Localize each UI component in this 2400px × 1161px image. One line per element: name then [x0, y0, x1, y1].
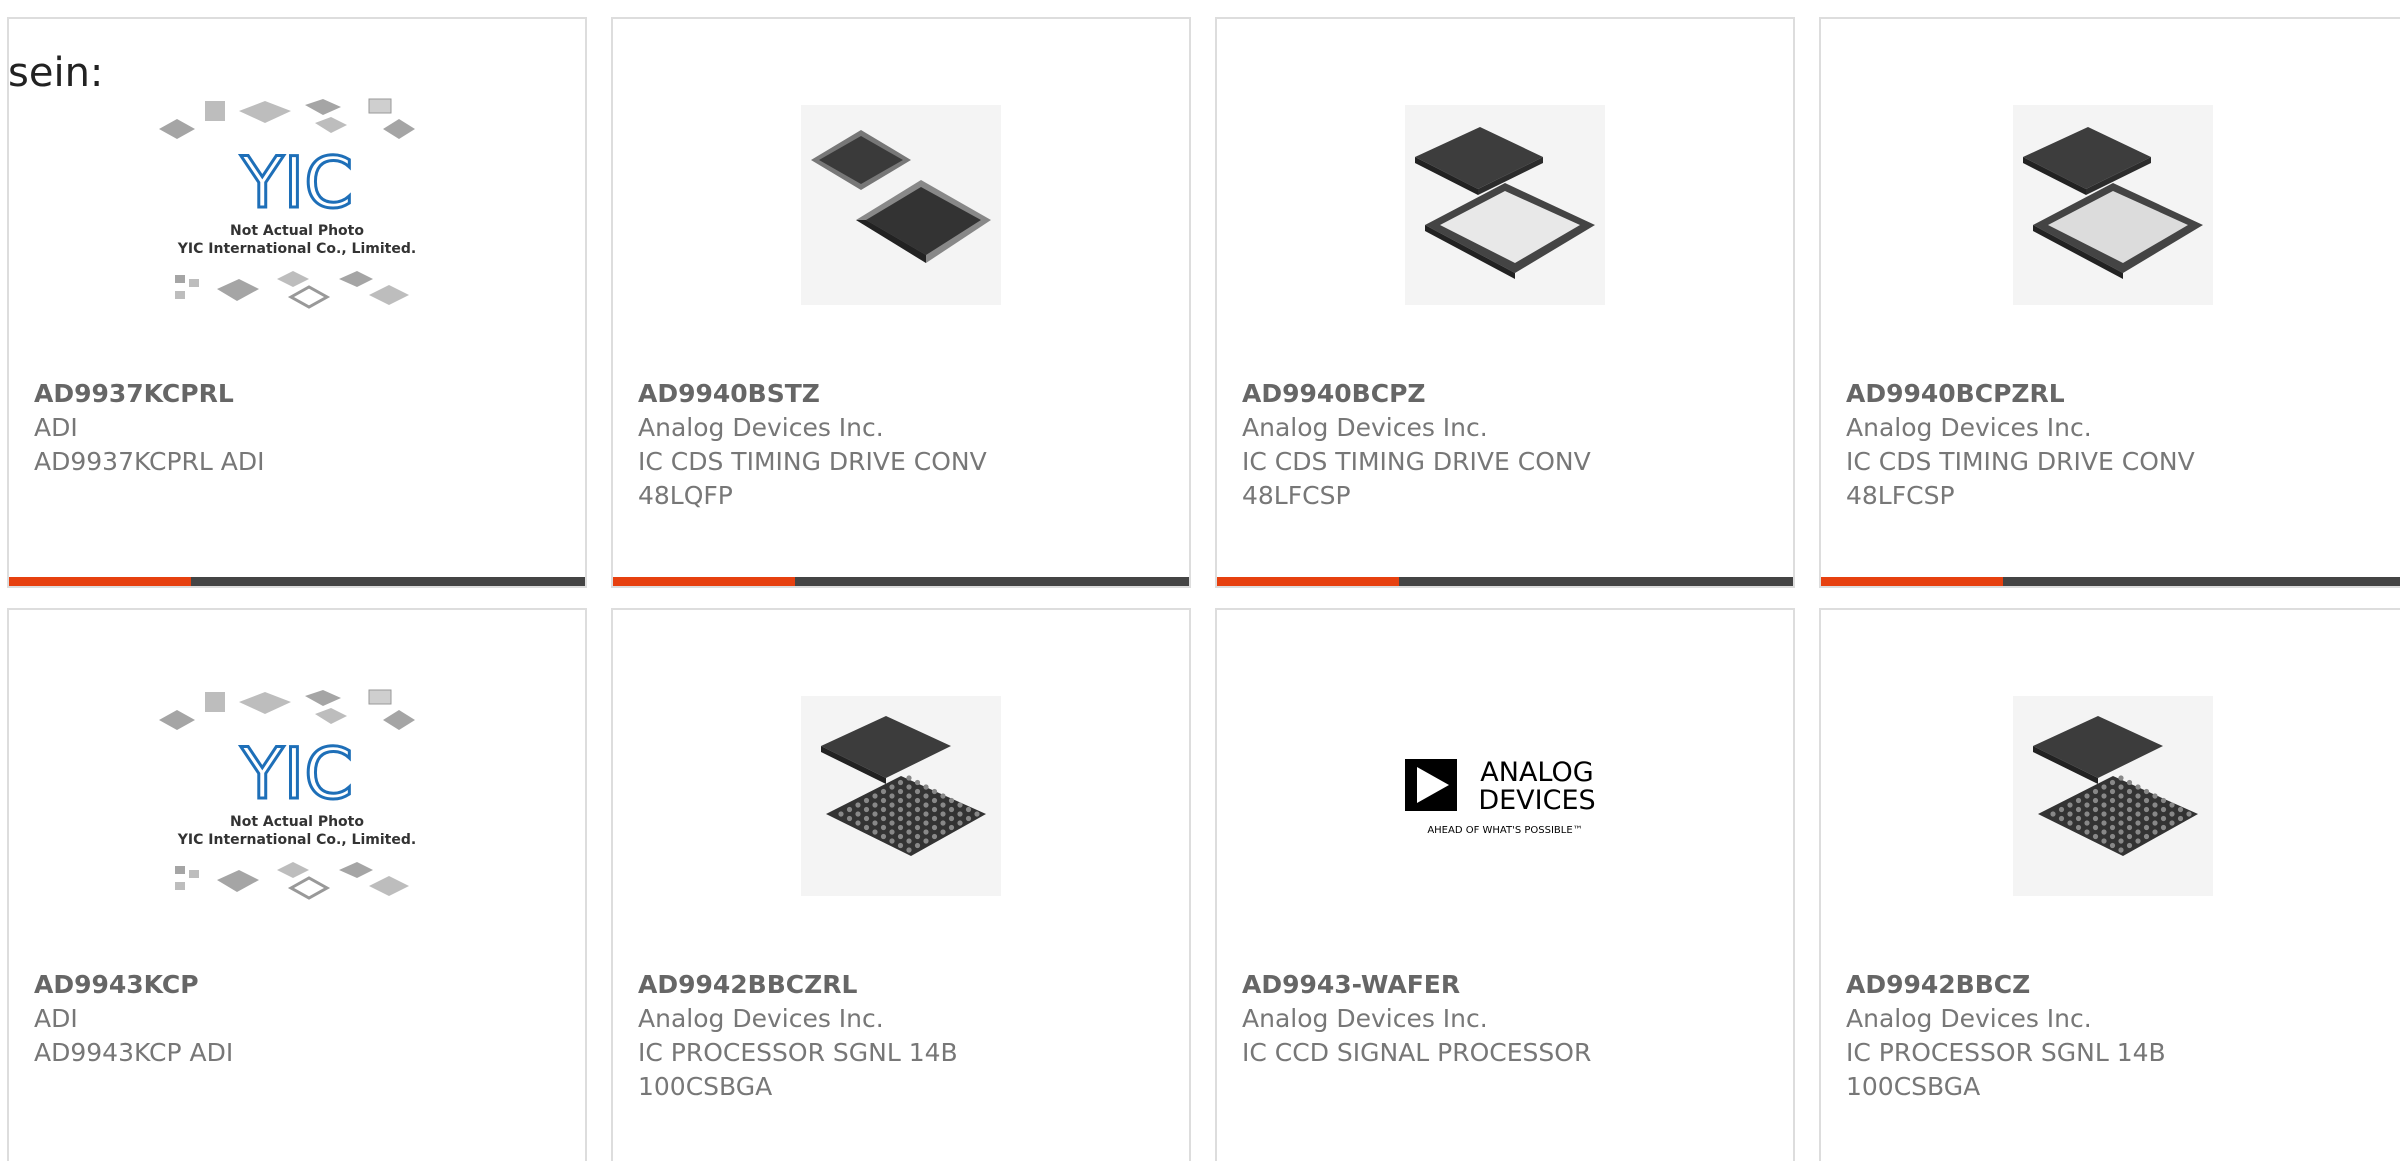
yic-placeholder-graphic: YICNot Actual Photo YIC International Co.… — [159, 689, 416, 900]
manufacturer: Analog Devices Inc. — [1846, 1004, 2092, 1033]
manufacturer: Analog Devices Inc. — [1242, 1004, 1488, 1033]
description: AD9943KCP ADI — [34, 1038, 234, 1067]
svg-text:YIC International Co., Limited: YIC International Co., Limited. — [177, 241, 416, 257]
manufacturer: Analog Devices Inc. — [1242, 413, 1488, 442]
svg-text:Not Actual Photo: Not Actual Photo — [230, 223, 364, 239]
svg-text:YIC International Co., Limited: YIC International Co., Limited. — [177, 832, 416, 848]
description: AD9937KCPRL ADI — [34, 447, 265, 476]
product-image-lqfp[interactable] — [613, 91, 1189, 319]
card-bottom-bar — [1821, 577, 2400, 586]
bga-chip-graphic — [801, 696, 1001, 896]
product-image-lfcsp[interactable] — [1217, 91, 1793, 319]
part-number-link[interactable]: AD9940BSTZ — [638, 377, 1169, 411]
product-card[interactable]: AD9940BCPZ Analog Devices Inc. IC CDS TI… — [1215, 17, 1795, 588]
product-image-placeholder[interactable]: YIC Not Actual Photo YIC International Co.… — [9, 91, 585, 319]
card-bottom-bar — [1217, 577, 1793, 586]
part-number-link[interactable]: AD9943-WAFER — [1242, 968, 1773, 1002]
product-card[interactable]: YIC Not Actual Photo YIC International Co.… — [7, 17, 587, 588]
manufacturer: ADI — [34, 413, 78, 442]
description-package: 48LFCSP — [1846, 481, 1955, 510]
analog-devices-logo: ANALOGDEVICES AHEAD OF WHAT'S POSSIBLE™ — [1405, 757, 1596, 836]
lqfp-chip-graphic — [801, 105, 1001, 305]
description: IC CDS TIMING DRIVE CONV — [1242, 447, 1591, 476]
card-accent-bar — [613, 577, 795, 586]
svg-text:Not Actual Photo: Not Actual Photo — [230, 814, 364, 830]
part-number-link[interactable]: AD9937KCPRL — [34, 377, 565, 411]
manufacturer: Analog Devices Inc. — [1846, 413, 2092, 442]
manufacturer: ADI — [34, 1004, 78, 1033]
description: IC PROCESSOR SGNL 14B — [1846, 1038, 2166, 1067]
description-package: 48LQFP — [638, 481, 733, 510]
description-package: 100CSBGA — [1846, 1072, 1981, 1101]
card-accent-bar — [9, 577, 191, 586]
description-package: 100CSBGA — [638, 1072, 773, 1101]
description-package: 48LFCSP — [1242, 481, 1351, 510]
product-image-bga[interactable] — [613, 682, 1189, 910]
product-image-manufacturer-logo[interactable]: ANALOG DEVICES AHEAD OF WHAT'S POSSIBLE™ — [1217, 682, 1793, 910]
svg-text:ANALOG: ANALOG — [1480, 757, 1593, 788]
product-image-placeholder[interactable]: YIC Not Actual Photo YIC International Co.… — [9, 682, 585, 910]
bga-chip-graphic — [2012, 696, 2213, 896]
card-bottom-bar — [613, 577, 1189, 586]
product-card[interactable]: AD9940BSTZ Analog Devices Inc. IC CDS TI… — [611, 17, 1191, 588]
header-text: sein: — [8, 50, 104, 96]
manufacturer: Analog Devices Inc. — [638, 1004, 884, 1033]
product-card[interactable]: ANALOG DEVICES AHEAD OF WHAT'S POSSIBLE™ A… — [1215, 608, 1795, 1161]
svg-text:DEVICES: DEVICES — [1478, 785, 1595, 816]
yic-placeholder-graphic: YICNot Actual Photo YIC International Co.… — [159, 98, 416, 309]
svg-text:YIC: YIC — [240, 733, 353, 815]
part-number-link[interactable]: AD9942BBCZRL — [638, 968, 1169, 1002]
svg-text:YIC: YIC — [240, 142, 353, 224]
svg-text:AHEAD OF WHAT'S POSSIBLE™: AHEAD OF WHAT'S POSSIBLE™ — [1427, 825, 1582, 836]
description: IC CDS TIMING DRIVE CONV — [638, 447, 987, 476]
product-image-bga[interactable] — [1821, 682, 2400, 910]
card-bottom-bar — [9, 577, 585, 586]
product-card[interactable]: AD9942BBCZRL Analog Devices Inc. IC PROC… — [611, 608, 1191, 1161]
card-accent-bar — [1821, 577, 2003, 586]
part-number-link[interactable]: AD9940BCPZRL — [1846, 377, 2384, 411]
part-number-link[interactable]: AD9940BCPZ — [1242, 377, 1773, 411]
description: IC CDS TIMING DRIVE CONV — [1846, 447, 2195, 476]
part-number-link[interactable]: AD9943KCP — [34, 968, 565, 1002]
part-number-link[interactable]: AD9942BBCZ — [1846, 968, 2384, 1002]
description: IC CCD SIGNAL PROCESSOR — [1242, 1038, 1592, 1067]
card-accent-bar — [1217, 577, 1399, 586]
lfcsp-chip-graphic — [1405, 105, 1605, 305]
manufacturer: Analog Devices Inc. — [638, 413, 884, 442]
description: IC PROCESSOR SGNL 14B — [638, 1038, 958, 1067]
product-card[interactable]: AD9942BBCZ Analog Devices Inc. IC PROCES… — [1819, 608, 2400, 1161]
product-image-lfcsp[interactable] — [1821, 91, 2400, 319]
product-card[interactable]: YIC Not Actual Photo YIC International Co.… — [7, 608, 587, 1161]
lfcsp-chip-graphic — [2012, 105, 2213, 305]
product-card[interactable]: AD9940BCPZRL Analog Devices Inc. IC CDS … — [1819, 17, 2400, 588]
product-grid-page: sein: YIC Not Actual Photo YIC Internation… — [0, 0, 2400, 1161]
